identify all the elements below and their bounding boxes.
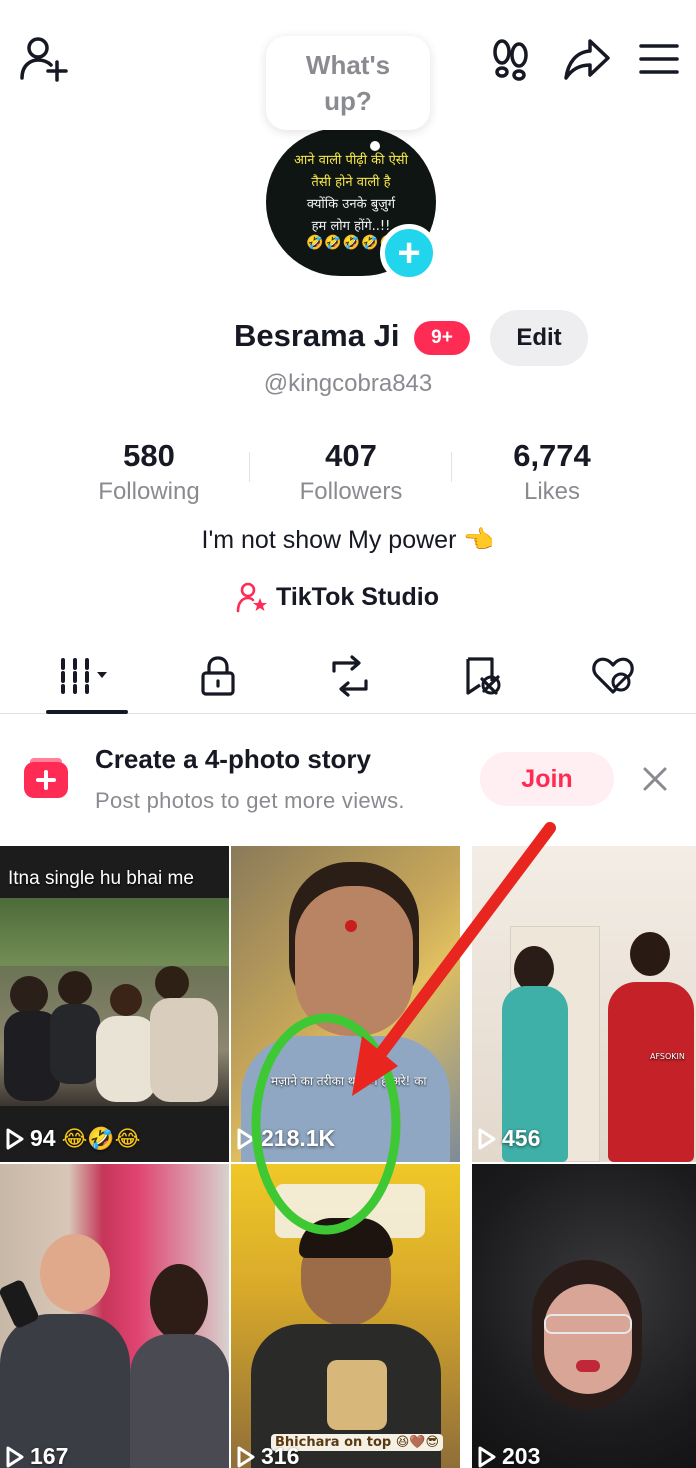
profile-handle: @kingcobra843 bbox=[263, 370, 433, 397]
bubble-tail bbox=[370, 141, 380, 151]
story-banner: Create a 4-photo story Post photos to ge… bbox=[0, 716, 696, 844]
add-avatar-plus-icon[interactable]: + bbox=[380, 224, 438, 282]
tiktok-studio-link[interactable]: TikTok Studio bbox=[236, 578, 439, 616]
stat-followers[interactable]: 407 Followers bbox=[251, 436, 451, 508]
play-icon bbox=[237, 1446, 255, 1467]
notification-badge[interactable]: 9+ bbox=[414, 321, 470, 355]
video-caption: Itna single hu bhai me bbox=[8, 868, 194, 889]
video-thumbnail[interactable]: Bhichara on top 😆🤎😎 316 bbox=[231, 1164, 460, 1468]
footprint-icon[interactable] bbox=[486, 34, 536, 84]
close-icon[interactable] bbox=[640, 764, 670, 794]
tab-liked[interactable] bbox=[573, 640, 653, 712]
tab-reposts[interactable] bbox=[310, 640, 390, 712]
videos-grid-icon bbox=[61, 658, 107, 694]
lock-icon bbox=[201, 656, 235, 696]
stat-divider bbox=[249, 452, 250, 482]
add-friend-icon[interactable] bbox=[16, 32, 70, 86]
view-count: 203 bbox=[478, 1443, 540, 1468]
join-button[interactable]: Join bbox=[480, 752, 614, 806]
profile-name: Besrama Ji bbox=[234, 318, 400, 353]
tab-favorites[interactable] bbox=[443, 640, 523, 712]
story-title: Create a 4-photo story bbox=[95, 744, 371, 774]
profile-stats: 580 Following 407 Followers 6,774 Likes bbox=[0, 436, 696, 508]
stat-following[interactable]: 580 Following bbox=[49, 436, 249, 508]
share-icon[interactable] bbox=[560, 34, 614, 84]
view-count: 456 bbox=[478, 1125, 540, 1152]
repost-icon bbox=[332, 655, 368, 697]
play-icon bbox=[6, 1128, 24, 1149]
video-overlay-text: AFSOKIN bbox=[650, 1052, 685, 1061]
favorites-icon bbox=[466, 657, 501, 695]
liked-icon bbox=[592, 657, 634, 694]
add-story-icon bbox=[24, 758, 68, 798]
studio-icon bbox=[236, 582, 267, 613]
tab-private[interactable] bbox=[178, 640, 258, 712]
video-thumbnail[interactable]: 203 bbox=[472, 1164, 696, 1468]
video-thumbnail[interactable]: Itna single hu bhai me 94 😂🤣😂 bbox=[0, 846, 229, 1162]
name-row: Besrama Ji 9+ Edit bbox=[0, 310, 696, 366]
video-thumbnail[interactable]: मज़ाने का तरीका थ... ग है अरे! का 218.1K bbox=[231, 846, 460, 1162]
stat-likes[interactable]: 6,774 Likes bbox=[452, 436, 652, 508]
menu-icon[interactable] bbox=[634, 34, 684, 84]
view-count: 94 😂🤣😂 bbox=[6, 1125, 140, 1152]
video-thumbnail[interactable]: AFSOKIN 456 bbox=[472, 846, 696, 1162]
video-thumbnail[interactable]: 167 bbox=[0, 1164, 229, 1468]
view-count: 218.1K bbox=[237, 1125, 335, 1152]
play-icon bbox=[237, 1128, 255, 1149]
play-icon bbox=[6, 1446, 24, 1467]
story-subtitle: Post photos to get more views. bbox=[95, 788, 405, 813]
profile-tabs bbox=[0, 640, 696, 714]
video-overlay-text: मज़ाने का तरीका थ... ग है अरे! का bbox=[271, 1074, 427, 1088]
tab-videos[interactable] bbox=[47, 640, 127, 712]
video-grid: Itna single hu bhai me 94 😂🤣😂 मज़ाने का त… bbox=[0, 846, 696, 1468]
status-bubble[interactable]: What's up? bbox=[266, 36, 430, 130]
active-tab-indicator bbox=[46, 710, 128, 714]
play-icon bbox=[478, 1446, 496, 1467]
profile-bio: I'm not show My power 👈 bbox=[201, 526, 495, 554]
view-count: 316 bbox=[237, 1443, 299, 1468]
edit-profile-button[interactable]: Edit bbox=[490, 310, 588, 366]
play-icon bbox=[478, 1128, 496, 1149]
view-count: 167 bbox=[6, 1443, 68, 1468]
